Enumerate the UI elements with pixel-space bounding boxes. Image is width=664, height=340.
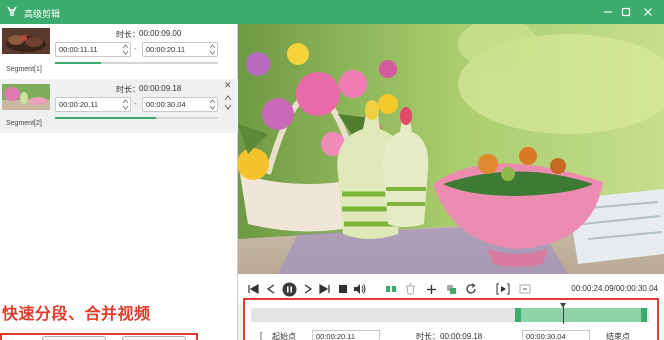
snapshot-icon (519, 284, 531, 294)
end-time-input[interactable]: 00:00:30.04 (142, 97, 218, 112)
move-up-icon[interactable] (224, 94, 232, 102)
split-icon (386, 286, 396, 292)
trash-icon (405, 283, 415, 295)
range-separator: - (134, 44, 137, 53)
segment-progress-fill (55, 62, 101, 64)
skip-end-icon (319, 283, 330, 295)
split-segment-button[interactable] (384, 282, 398, 296)
segment-thumbnail (2, 84, 50, 110)
refresh-icon (466, 283, 476, 294)
plus-icon (426, 284, 436, 294)
start-time-input[interactable]: 00:00:20.11 (55, 97, 131, 112)
start-time-value: 00:00:20.11 (59, 100, 99, 109)
segment-progress-fill (55, 117, 156, 119)
go-to-end-button[interactable] (318, 282, 332, 296)
next-frame-icon (304, 284, 313, 294)
segment-thumbnail (2, 28, 50, 54)
snapshot-button[interactable] (518, 282, 532, 296)
timeline-start-value: 00:00:20.11 (316, 332, 356, 340)
spinner-icon[interactable] (209, 43, 216, 56)
time-readout: 00:00:24.09/00:00:30.04 (571, 284, 658, 293)
start-time-input[interactable]: 00:00:11.11 (55, 42, 131, 57)
move-down-icon[interactable] (224, 103, 232, 111)
timeline-selection[interactable] (517, 308, 647, 322)
next-frame-button[interactable] (301, 282, 315, 296)
window-title: 高级剪辑 (24, 9, 61, 19)
duration-label: 时长： (116, 85, 140, 94)
previous-frame-button[interactable] (264, 282, 278, 296)
start-point-label[interactable]: 起始点 (272, 331, 296, 340)
timeline-start-input[interactable]: 00:00:20.11 (312, 330, 380, 340)
bracket-play-icon (496, 283, 510, 295)
timeline-end-value: 00:00:30.04 (526, 332, 566, 340)
volume-icon (353, 284, 365, 294)
reset-button[interactable] (464, 282, 478, 296)
split-button[interactable] (42, 336, 106, 340)
segment-label: Segment[1] (6, 66, 42, 73)
spinner-icon[interactable] (209, 98, 216, 111)
timeline-duration: 时长：00:00:09.18 (416, 332, 483, 340)
pause-button[interactable] (281, 281, 297, 297)
app-logo-icon (7, 6, 17, 16)
maximize-button[interactable] (618, 4, 634, 20)
end-handle[interactable] (641, 308, 647, 322)
end-time-value: 00:00:30.04 (146, 100, 186, 109)
minimize-icon (604, 11, 612, 13)
end-time-value: 00:00:20.11 (146, 45, 186, 54)
end-point-label[interactable]: 结束点 (606, 331, 630, 340)
stop-button[interactable] (336, 282, 350, 296)
close-icon (644, 8, 652, 16)
title-bar: 高级剪辑 (0, 0, 664, 24)
delete-button[interactable] (403, 282, 417, 296)
copy-icon (446, 284, 456, 294)
set-start-end-button[interactable] (496, 282, 510, 296)
promo-caption: 快速分段、合并视频 (2, 304, 151, 323)
duration-label: 时长： (116, 30, 140, 39)
skip-start-icon (248, 283, 259, 295)
merge-button[interactable] (122, 336, 186, 340)
duration-value: 00:00:09.00 (139, 29, 182, 38)
copy-button[interactable] (444, 282, 458, 296)
minimize-button[interactable] (600, 4, 616, 20)
start-time-value: 00:00:11.11 (59, 45, 98, 54)
range-separator: - (134, 99, 137, 108)
timeline-end-input[interactable]: 00:00:30.04 (522, 330, 590, 340)
start-handle[interactable] (515, 308, 521, 322)
stop-icon (339, 285, 347, 293)
video-preview[interactable] (238, 24, 664, 274)
delete-segment-icon[interactable]: ✕ (224, 80, 232, 91)
playhead[interactable] (563, 304, 564, 324)
end-time-input[interactable]: 00:00:20.11 (142, 42, 218, 57)
spinner-icon[interactable] (122, 43, 129, 56)
prev-frame-icon (266, 284, 275, 294)
duration-value: 00:00:09.18 (139, 84, 182, 93)
volume-button[interactable] (352, 282, 366, 296)
segment-label: Segment[2] (6, 120, 42, 127)
pause-icon (282, 282, 296, 296)
add-segment-button[interactable] (424, 282, 438, 296)
start-bracket-icon[interactable]: [ (260, 331, 262, 340)
go-to-start-button[interactable] (246, 282, 260, 296)
close-button[interactable] (640, 4, 656, 20)
maximize-icon (621, 7, 631, 17)
spinner-icon[interactable] (122, 98, 129, 111)
